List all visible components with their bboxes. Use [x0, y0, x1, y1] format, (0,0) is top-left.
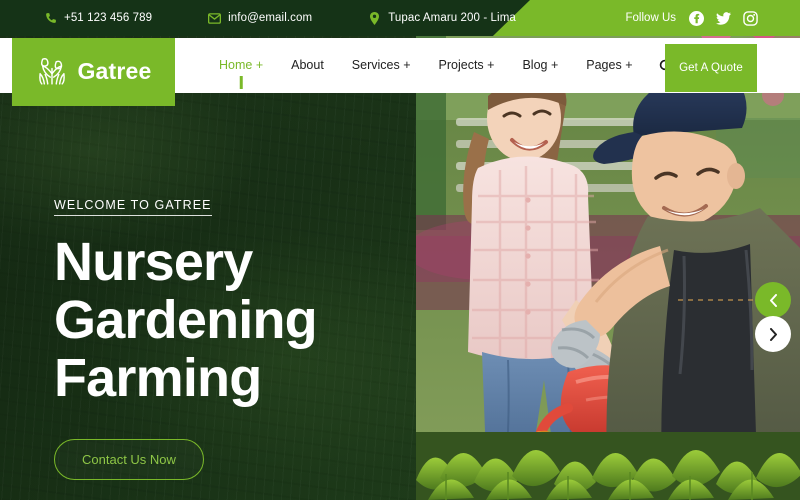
follow-us-label: Follow Us — [625, 12, 676, 24]
hero-headline-line-1: Nursery — [54, 232, 253, 292]
nav-item-projects-plus: + — [483, 58, 495, 72]
carousel-next-button[interactable] — [755, 316, 791, 352]
chevron-left-icon — [769, 293, 777, 307]
nav-item-blog-plus: + — [547, 58, 559, 72]
nav-item-about[interactable]: About — [277, 38, 338, 93]
nav-item-projects-label: Projects — [438, 58, 484, 72]
nav-item-pages-plus: + — [621, 58, 633, 72]
topbar-phone-text: +51 123 456 789 — [64, 12, 153, 24]
carousel-prev-button[interactable] — [755, 282, 791, 318]
nav-item-blog-label: Blog — [522, 58, 548, 72]
nav-item-services-plus: + — [399, 58, 411, 72]
hero-content: WELCOME TO GATREE Nursery Gardening Farm… — [54, 196, 414, 481]
nav-item-pages-label: Pages — [586, 58, 622, 72]
nav-item-blog[interactable]: Blog + — [508, 38, 572, 93]
nav-item-home-plus: + — [252, 58, 264, 72]
nav-active-indicator — [239, 76, 243, 89]
grass-plant-icon — [35, 55, 69, 89]
nav-item-projects[interactable]: Projects + — [425, 38, 509, 93]
envelope-icon — [208, 12, 222, 25]
nav-item-home[interactable]: Home + — [205, 38, 277, 93]
nav-item-services[interactable]: Services + — [338, 38, 425, 93]
twitter-icon[interactable] — [716, 11, 731, 26]
instagram-icon[interactable] — [743, 10, 758, 26]
nav-item-home-label: Home — [219, 58, 253, 72]
nav-item-pages[interactable]: Pages + — [572, 38, 646, 93]
hero-eyebrow: WELCOME TO GATREE — [54, 198, 212, 216]
landing-page: WELCOME TO GATREE Nursery Gardening Farm… — [0, 0, 800, 500]
topbar-phone[interactable]: +51 123 456 789 — [44, 12, 152, 25]
contact-us-button[interactable]: Contact Us Now — [54, 439, 204, 481]
top-bar: +51 123 456 789 info@email.com Tupac Ama… — [0, 0, 800, 36]
location-pin-icon — [368, 11, 381, 25]
get-a-quote-button[interactable]: Get A Quote — [665, 44, 757, 92]
main-navigation: Home + About Services + Projects + Blog … — [205, 38, 692, 93]
topbar-email-text: info@email.com — [228, 12, 313, 24]
facebook-icon[interactable] — [689, 10, 704, 26]
topbar-address[interactable]: Tupac Amaru 200 - Lima — [368, 11, 516, 25]
phone-icon — [44, 12, 57, 25]
nav-item-services-label: Services — [351, 58, 400, 72]
hero-headline-line-2: Gardening — [54, 289, 318, 350]
chevron-right-icon — [769, 327, 777, 341]
hero-headline: Nursery Gardening Farming — [54, 232, 414, 408]
topbar-address-text: Tupac Amaru 200 - Lima — [388, 12, 516, 24]
social-links: Follow Us — [625, 10, 782, 26]
nav-item-about-label: About — [291, 58, 324, 72]
topbar-email[interactable]: info@email.com — [208, 12, 312, 25]
brand-name: Gatree — [77, 57, 152, 84]
hero-headline-line-3: Farming — [54, 347, 262, 408]
brand-logo[interactable]: Gatree — [12, 38, 175, 106]
